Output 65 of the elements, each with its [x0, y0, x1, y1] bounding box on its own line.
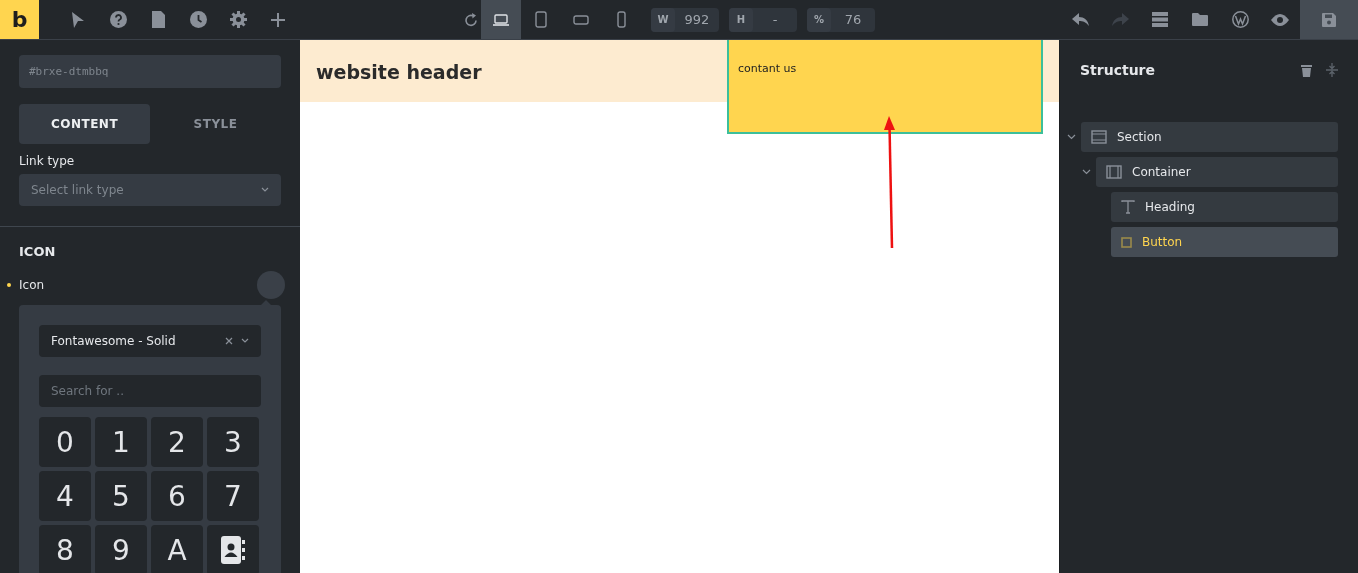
chevron-icon[interactable] — [1082, 169, 1091, 175]
eye-icon — [1271, 13, 1289, 26]
icon-option[interactable]: 7 — [207, 471, 259, 521]
text-icon — [1121, 200, 1135, 214]
help-icon — [109, 11, 127, 28]
device-button[interactable] — [481, 0, 521, 39]
refresh-icon — [464, 12, 478, 27]
icon-option[interactable]: 6 — [151, 471, 203, 521]
icon-option[interactable]: 8 — [39, 525, 91, 573]
dimension-label: W — [651, 7, 675, 32]
dimension-label: % — [807, 7, 831, 32]
icon-option[interactable]: 1 — [95, 417, 147, 467]
panel-title: Structure — [1080, 62, 1156, 78]
redo-icon — [1111, 12, 1129, 27]
clear-icon — [225, 337, 233, 345]
icon-option[interactable]: 0 — [39, 417, 91, 467]
address-book-icon — [221, 536, 245, 564]
icon-search-field[interactable]: Search for .. — [39, 375, 261, 407]
settings-icon — [229, 11, 247, 28]
structure-item[interactable]: Heading — [1111, 192, 1338, 222]
contact-button[interactable]: contant us — [727, 40, 1043, 134]
trash-icon[interactable] — [1301, 63, 1312, 77]
panel-tab[interactable]: CONTENT — [19, 104, 150, 144]
field-label: Link type — [19, 154, 76, 168]
icon-library-select[interactable]: Fontawesome - Solid — [39, 325, 261, 357]
caret-icon — [261, 187, 269, 193]
section-title: ICON — [18, 243, 57, 259]
rows-icon — [1152, 12, 1168, 27]
save-button[interactable] — [1300, 0, 1358, 39]
dimension-field[interactable]: - — [753, 7, 797, 32]
laptop-icon — [493, 13, 509, 26]
panel-tab[interactable]: STYLE — [150, 104, 281, 144]
dimension-field[interactable]: 992 — [675, 7, 719, 32]
folder-icon — [1192, 13, 1208, 26]
dimension-label: H — [729, 7, 753, 32]
pointer-icon — [71, 11, 85, 28]
square-icon — [1121, 236, 1132, 248]
structure-item[interactable]: Container — [1096, 157, 1338, 187]
section-icon — [1091, 130, 1107, 144]
icon-option[interactable] — [207, 525, 259, 573]
field-label: Icon — [19, 278, 46, 292]
icon-option[interactable]: 9 — [95, 525, 147, 573]
icon-option[interactable]: 3 — [207, 417, 259, 467]
clock-icon — [189, 11, 207, 28]
structure-item[interactable]: Button — [1111, 227, 1338, 257]
container-icon — [1106, 165, 1122, 179]
tablet-landscape-icon — [573, 14, 589, 25]
add-icon — [271, 12, 285, 27]
wordpress-icon — [1231, 11, 1249, 28]
phone-icon — [616, 11, 626, 28]
icon-option[interactable]: 5 — [95, 471, 147, 521]
chevron-icon[interactable] — [1067, 134, 1076, 140]
icon-option[interactable]: 4 — [39, 471, 91, 521]
save-icon — [1322, 12, 1336, 27]
structure-item[interactable]: Section — [1081, 122, 1338, 152]
tablet-icon — [535, 11, 547, 28]
collapse-icon[interactable] — [1326, 63, 1338, 77]
dimension-field[interactable]: 76 — [831, 7, 875, 32]
website-heading: website header — [316, 61, 482, 83]
logo[interactable]: b — [0, 0, 39, 39]
caret-icon — [241, 338, 249, 344]
undo-icon — [1071, 12, 1089, 27]
icon-option[interactable]: 2 — [151, 417, 203, 467]
page-icon — [151, 11, 165, 28]
icon-option[interactable]: A — [151, 525, 203, 573]
